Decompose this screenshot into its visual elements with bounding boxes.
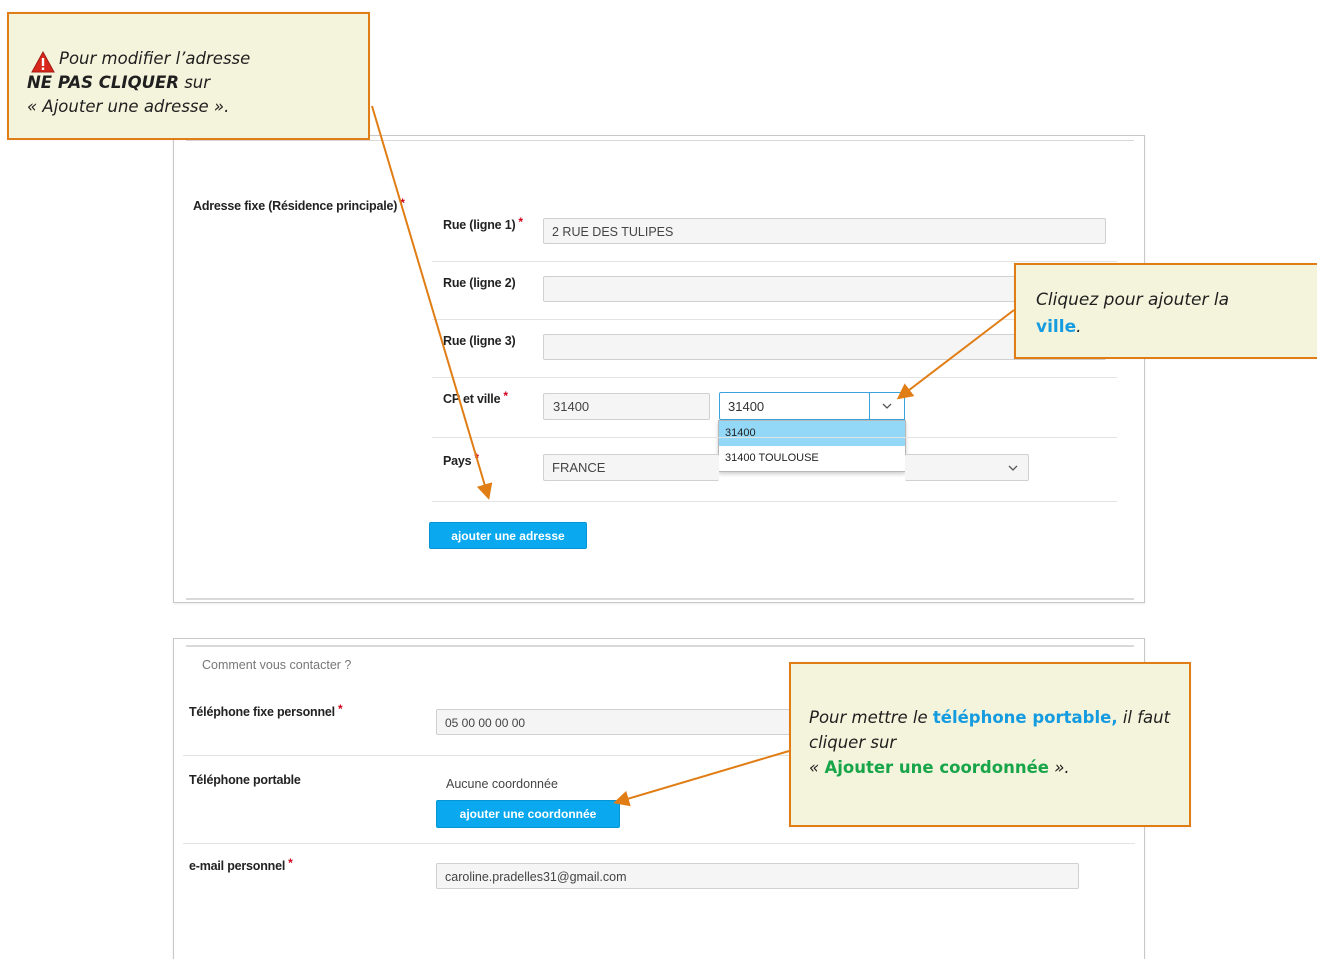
annotation-arrows bbox=[371, 105, 1015, 807]
arrow-to-city-dropdown bbox=[896, 309, 1015, 400]
arrow-to-add-contact bbox=[613, 750, 790, 807]
arrow-to-add-address bbox=[371, 105, 493, 500]
